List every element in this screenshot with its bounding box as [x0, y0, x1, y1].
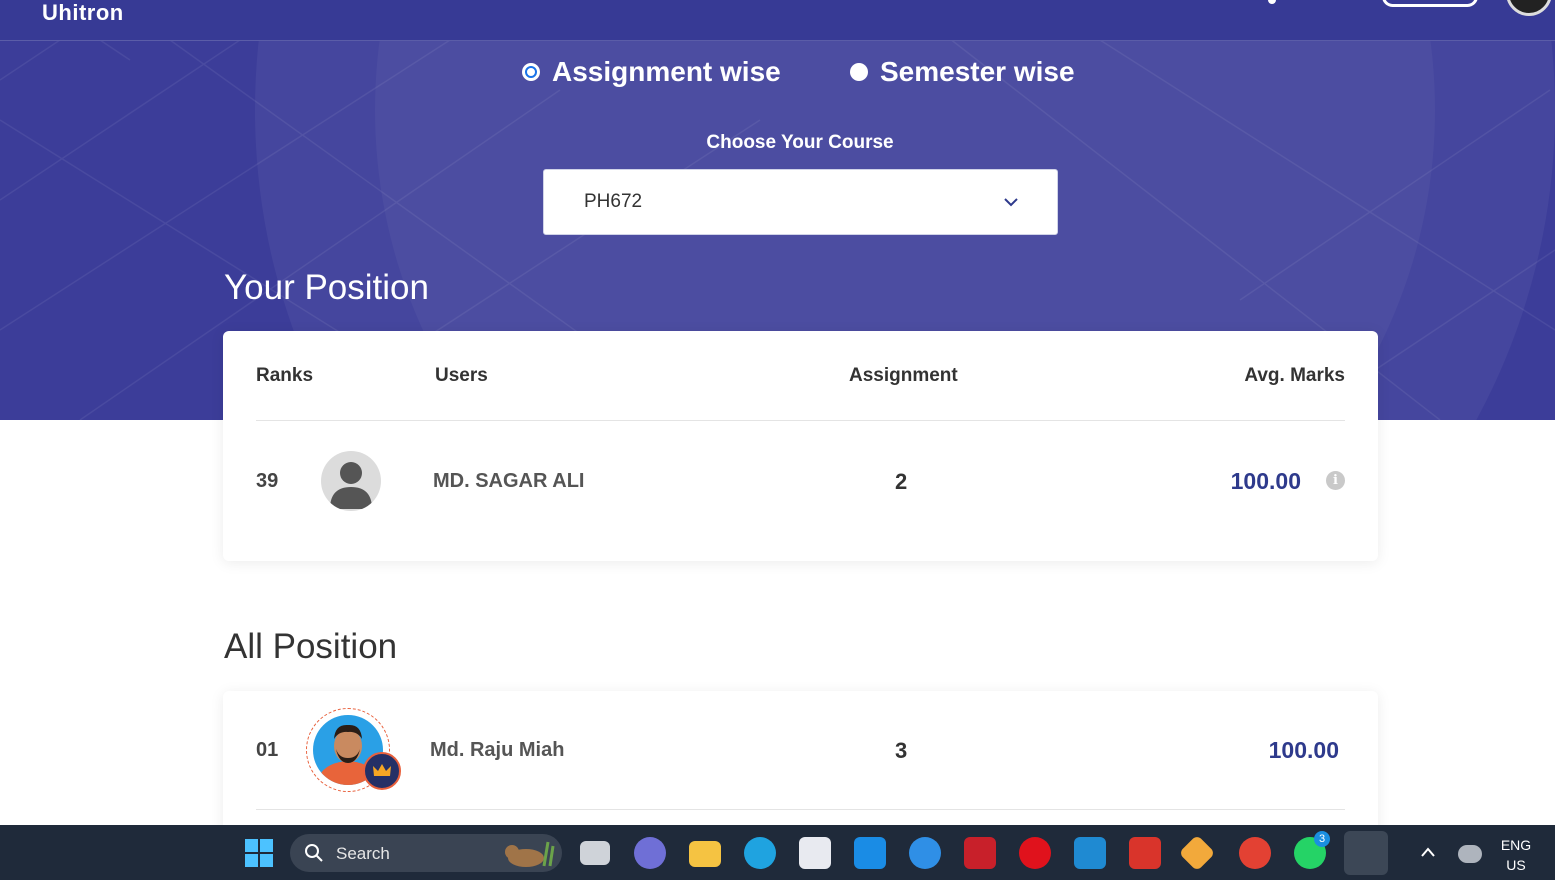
- row-avg-marks: 100.00: [1268, 737, 1339, 763]
- search-highlight-image: [505, 841, 555, 867]
- mcafee-icon[interactable]: [964, 837, 996, 869]
- site-logo[interactable]: Uhitron: [42, 0, 124, 26]
- myhp-icon[interactable]: [854, 837, 886, 869]
- your-position-title: Your Position: [224, 268, 429, 307]
- column-header-users: Users: [435, 365, 488, 386]
- crown-icon: [363, 752, 401, 790]
- ranking-mode-selector: Assignment wise Semester wise: [0, 56, 1555, 96]
- row-user-name: Md. Raju Miah: [430, 739, 565, 761]
- git-icon[interactable]: [1178, 834, 1216, 872]
- snipping-tool-icon[interactable]: [1344, 831, 1388, 875]
- assignment-wise-label: Assignment wise: [552, 56, 781, 87]
- default-user-avatar-icon: [321, 451, 381, 511]
- semester-wise-radio[interactable]: Semester wise: [850, 56, 1075, 88]
- course-label: Choose Your Course: [706, 132, 894, 153]
- taskbar-search[interactable]: Search: [290, 834, 562, 872]
- opera-browser-icon[interactable]: [1019, 837, 1051, 869]
- your-position-card: Ranks Users Assignment Avg. Marks 39 MD.…: [223, 331, 1378, 561]
- vscode-icon[interactable]: [1074, 837, 1106, 869]
- user-assignment-count: 2: [895, 469, 908, 494]
- onedrive-warning-icon[interactable]: [1458, 845, 1482, 863]
- edge-browser-icon[interactable]: [744, 837, 776, 869]
- user-avg-marks: 100.00: [1230, 468, 1301, 494]
- course-select-value: PH672: [584, 191, 643, 212]
- column-header-assignment: Assignment: [849, 365, 958, 386]
- windows-taskbar: Search 3 ENG US: [0, 825, 1555, 880]
- radio-selected-icon[interactable]: [522, 63, 540, 81]
- info-icon[interactable]: i: [1326, 471, 1345, 490]
- chrome-browser-icon[interactable]: [1239, 837, 1271, 869]
- task-view-icon[interactable]: [580, 841, 610, 865]
- assignment-wise-radio[interactable]: Assignment wise: [522, 56, 781, 88]
- user-rank: 39: [256, 470, 279, 492]
- region-indicator[interactable]: US: [1498, 857, 1534, 873]
- microsoft-store-icon[interactable]: [799, 837, 831, 869]
- search-icon: [305, 844, 323, 862]
- radio-unselected-icon[interactable]: [850, 63, 868, 81]
- column-header-ranks: Ranks: [256, 365, 314, 386]
- meet-icon[interactable]: [634, 837, 666, 869]
- whatsapp-icon[interactable]: 3: [1294, 831, 1330, 869]
- user-name: MD. SAGAR ALI: [433, 470, 585, 492]
- winrar-icon[interactable]: [1129, 837, 1161, 869]
- all-position-title: All Position: [224, 627, 398, 666]
- course-select[interactable]: PH672: [543, 169, 1058, 235]
- semester-wise-label: Semester wise: [880, 56, 1075, 87]
- whatsapp-notification-badge: 3: [1314, 831, 1330, 847]
- chevron-down-icon: [1004, 198, 1018, 207]
- profile-avatar[interactable]: [1506, 0, 1552, 16]
- windows-start-icon[interactable]: [243, 837, 275, 869]
- nav-button[interactable]: [1382, 0, 1478, 7]
- search-label: Search: [336, 844, 390, 863]
- chevron-up-icon[interactable]: [1419, 845, 1437, 859]
- get-help-icon[interactable]: [909, 837, 941, 869]
- top-navbar: Uhitron: [0, 0, 1555, 41]
- column-header-avg-marks: Avg. Marks: [1244, 365, 1345, 386]
- row-divider: [256, 809, 1345, 810]
- file-explorer-icon[interactable]: [689, 841, 721, 867]
- row-rank: 01: [256, 739, 279, 761]
- language-indicator[interactable]: ENG: [1498, 837, 1534, 853]
- row-assignment-count: 3: [895, 738, 908, 763]
- nav-dot: [1268, 0, 1276, 4]
- header-divider: [256, 420, 1345, 421]
